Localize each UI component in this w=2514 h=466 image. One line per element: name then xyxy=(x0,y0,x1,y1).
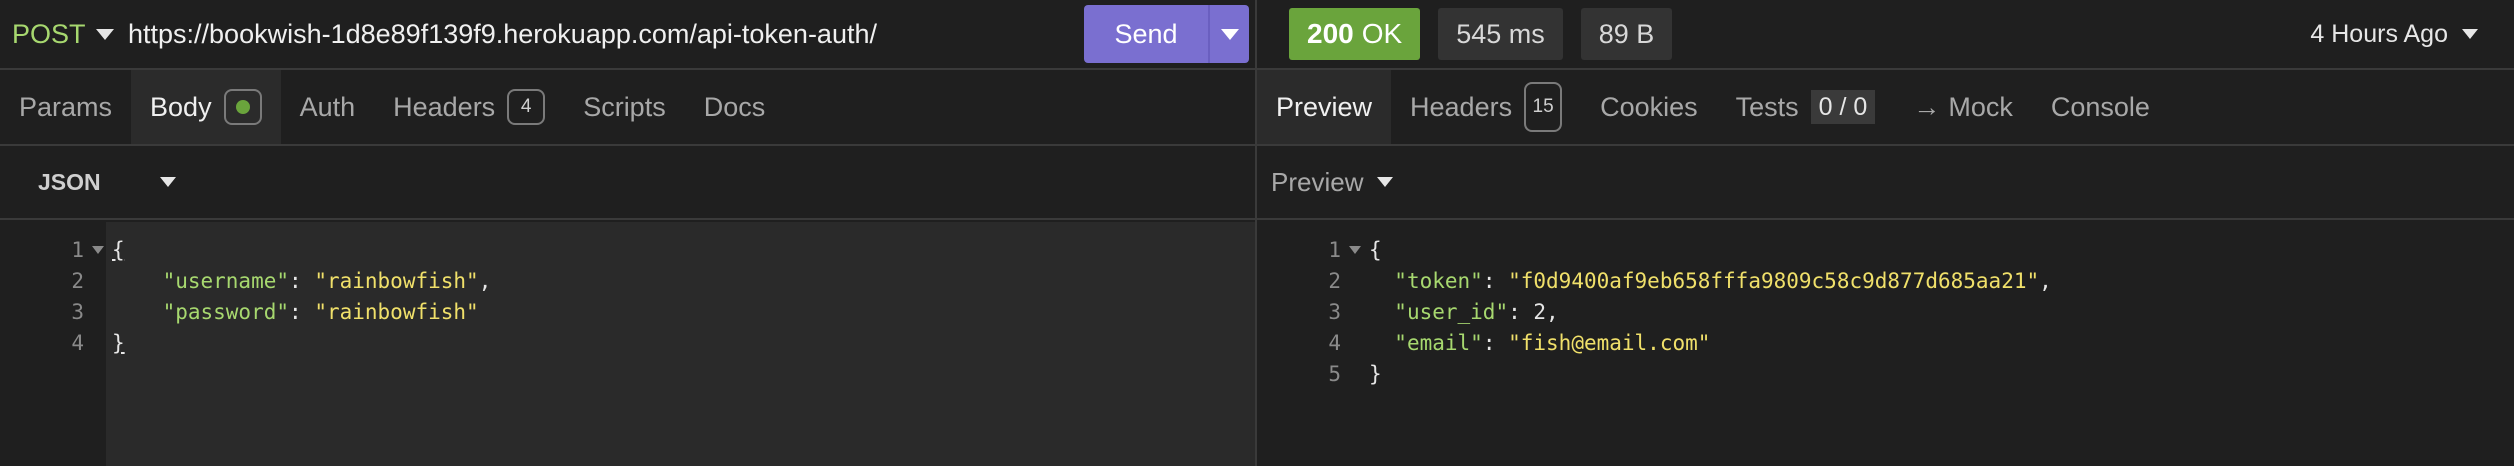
line-number: 1 xyxy=(0,234,106,265)
response-pane: 200 OK 545 ms 89 B 4 Hours Ago Preview He… xyxy=(1257,0,2514,466)
chevron-down-icon[interactable] xyxy=(96,28,114,40)
body-format-bar: JSON xyxy=(0,146,1255,220)
tab-docs[interactable]: Docs xyxy=(685,70,785,144)
tab-response-headers[interactable]: Headers 15 xyxy=(1391,70,1581,144)
code-area[interactable]: { "token": "f0d9400af9eb658fffa9809c58c9… xyxy=(1363,222,2514,466)
body-status-badge xyxy=(223,89,262,125)
method-selector[interactable]: POST xyxy=(0,19,96,50)
tab-label: Cookies xyxy=(1600,91,1698,122)
tab-label: Headers xyxy=(393,91,496,122)
tab-label: Auth xyxy=(299,91,356,122)
tab-label: Params xyxy=(19,91,113,122)
tab-label: Headers xyxy=(1410,91,1513,122)
line-number: 5 xyxy=(1328,361,1341,386)
line-number: 4 xyxy=(1328,330,1341,355)
body-format-selector[interactable]: JSON xyxy=(0,169,160,196)
tab-label: Mock xyxy=(1948,91,2013,122)
send-options-button[interactable] xyxy=(1208,5,1249,63)
response-tabs: Preview Headers 15 Cookies Tests 0 / 0 →… xyxy=(1257,70,2514,146)
code-line: } xyxy=(112,330,125,355)
tab-body[interactable]: Body xyxy=(131,70,281,144)
arrow-right-icon: → xyxy=(1913,91,1941,122)
chevron-down-icon[interactable] xyxy=(1377,177,1394,187)
line-gutter: 1 2 3 4 5 xyxy=(1257,222,1363,466)
history-label: 4 Hours Ago xyxy=(2310,19,2448,48)
history-selector[interactable]: 4 Hours Ago xyxy=(2310,20,2478,49)
preview-mode-selector[interactable]: Preview xyxy=(1257,167,1363,198)
tab-label: Console xyxy=(2050,91,2150,122)
code-line: { xyxy=(1369,237,1382,262)
tab-label: Scripts xyxy=(583,91,666,122)
response-status-bar: 200 OK 545 ms 89 B 4 Hours Ago xyxy=(1257,0,2514,70)
request-pane: POST https://bookwish-1d8e89f139f9.herok… xyxy=(0,0,1257,466)
tab-label: Body xyxy=(150,91,212,122)
response-size: 89 B xyxy=(1580,8,1673,60)
tab-headers[interactable]: Headers 4 xyxy=(374,70,564,144)
status-badge: 200 OK xyxy=(1289,8,1421,60)
response-body-viewer[interactable]: 1 2 3 4 5 { "token": "f0d9400af9eb658fff… xyxy=(1257,222,2514,466)
code-line: { xyxy=(112,237,125,262)
line-number: 3 xyxy=(71,299,84,324)
preview-mode-bar: Preview xyxy=(1257,146,2514,220)
chevron-down-icon xyxy=(1220,28,1239,40)
chevron-down-icon[interactable] xyxy=(160,177,176,187)
tests-count-badge: 0 / 0 xyxy=(1810,90,1876,124)
code-line: "user_id": 2, xyxy=(1394,299,1559,324)
code-line: "token": "f0d9400af9eb658fffa9809c58c9d8… xyxy=(1394,268,2052,293)
url-input[interactable]: https://bookwish-1d8e89f139f9.herokuapp.… xyxy=(128,19,1084,50)
tab-cookies[interactable]: Cookies xyxy=(1581,70,1717,144)
code-line: "email": "fish@email.com" xyxy=(1394,330,1711,355)
fold-caret-icon[interactable] xyxy=(1349,245,1361,254)
request-body-editor[interactable]: 1 2 3 4 { "username": "rainbowfish", "pa… xyxy=(0,222,1255,466)
send-button-group: Send xyxy=(1084,5,1249,63)
headers-count-badge: 4 xyxy=(507,89,546,125)
headers-count-badge: 15 xyxy=(1524,82,1563,132)
chevron-down-icon xyxy=(2462,29,2478,39)
line-number: 3 xyxy=(1328,299,1341,324)
line-gutter: 1 2 3 4 xyxy=(0,222,106,466)
line-number: 1 xyxy=(1257,234,1363,265)
tab-label: Preview xyxy=(1276,91,1373,122)
request-tabs: Params Body Auth Headers 4 Scripts Docs xyxy=(0,70,1255,146)
send-button[interactable]: Send xyxy=(1084,5,1208,63)
code-area[interactable]: { "username": "rainbowfish", "password":… xyxy=(106,222,1255,466)
line-number: 2 xyxy=(1328,268,1341,293)
tab-mock[interactable]: → Mock xyxy=(1894,70,2032,144)
code-line: } xyxy=(1369,361,1382,386)
code-line: "username": "rainbowfish", xyxy=(162,268,492,293)
app-window: POST https://bookwish-1d8e89f139f9.herok… xyxy=(0,0,2514,466)
line-number: 2 xyxy=(71,268,84,293)
tab-params[interactable]: Params xyxy=(0,70,131,144)
fold-caret-icon[interactable] xyxy=(92,245,104,254)
response-time: 545 ms xyxy=(1438,8,1563,60)
tab-console[interactable]: Console xyxy=(2032,70,2169,144)
request-url-bar: POST https://bookwish-1d8e89f139f9.herok… xyxy=(0,0,1255,70)
tab-preview[interactable]: Preview xyxy=(1257,70,1392,144)
code-line: "password": "rainbowfish" xyxy=(162,299,479,324)
tab-scripts[interactable]: Scripts xyxy=(564,70,685,144)
tab-auth[interactable]: Auth xyxy=(281,70,375,144)
tab-tests[interactable]: Tests 0 / 0 xyxy=(1717,70,1895,144)
tab-label: Tests xyxy=(1735,91,1799,122)
line-number: 4 xyxy=(71,330,84,355)
tab-label: Docs xyxy=(703,91,766,122)
status-dot-icon xyxy=(235,100,250,114)
